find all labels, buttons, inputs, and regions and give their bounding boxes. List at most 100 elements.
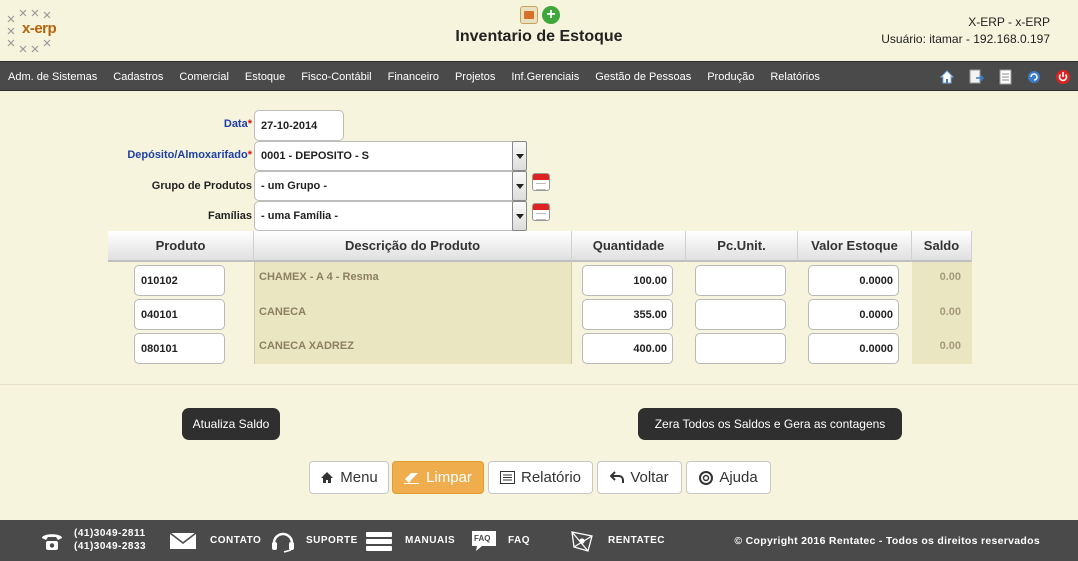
- rentatec-logo-icon: [571, 530, 593, 552]
- menu-button[interactable]: Menu: [309, 461, 389, 494]
- ajuda-button[interactable]: Ajuda: [686, 461, 771, 494]
- calendar-icon[interactable]: [532, 173, 550, 191]
- grupo-select[interactable]: - um Grupo -: [254, 171, 527, 201]
- saldo-text: 0.00: [939, 306, 961, 318]
- chevron-down-icon[interactable]: [512, 171, 527, 201]
- headset-icon: [272, 532, 294, 553]
- nav-cadastros[interactable]: Cadastros: [105, 71, 171, 83]
- eraser-icon: [404, 472, 420, 484]
- divider: [0, 384, 1078, 385]
- pcunit-input[interactable]: [695, 299, 786, 330]
- phone-icon: [40, 520, 64, 561]
- quantidade-input[interactable]: 400.00: [582, 333, 673, 364]
- header-produto: Produto: [108, 231, 254, 262]
- contato-link[interactable]: CONTATO: [170, 520, 261, 561]
- voltar-button[interactable]: Voltar: [597, 461, 682, 494]
- home-icon[interactable]: [938, 68, 956, 86]
- descricao-text: CANECA XADREZ: [259, 340, 354, 352]
- rentatec-link[interactable]: RENTATEC: [568, 520, 665, 561]
- relatorio-label: Relatório: [520, 469, 582, 486]
- user-info: X-ERP - x-ERP Usuário: itamar - 192.168.…: [881, 14, 1050, 48]
- chevron-down-icon[interactable]: [512, 141, 527, 171]
- quantidade-input[interactable]: 355.00: [582, 299, 673, 330]
- suporte-label: SUPORTE: [306, 535, 358, 546]
- header-saldo: Saldo: [912, 231, 972, 262]
- nav-projetos[interactable]: Projetos: [447, 71, 503, 83]
- document-icon[interactable]: [996, 68, 1014, 86]
- pcunit-input[interactable]: [695, 333, 786, 364]
- valor-input[interactable]: 0.0000: [808, 265, 899, 296]
- phone-1: (41)3049-2811: [74, 528, 146, 539]
- system-name: X-ERP - x-ERP: [968, 15, 1050, 29]
- books-icon: [366, 531, 392, 551]
- header-quantidade: Quantidade: [572, 231, 686, 262]
- header-valor: Valor Estoque: [798, 231, 912, 262]
- limpar-label: Limpar: [426, 469, 472, 486]
- faq-icon-text: FAQ: [474, 533, 491, 543]
- faq-link[interactable]: FAQ FAQ: [470, 520, 530, 561]
- back-arrow-icon: [610, 471, 625, 483]
- ajuda-label: Ajuda: [719, 469, 758, 486]
- home-icon: [321, 472, 334, 483]
- header-pcunit: Pc.Unit.: [686, 231, 798, 262]
- required-mark: *: [247, 149, 252, 161]
- power-icon[interactable]: [1054, 68, 1072, 86]
- limpar-button[interactable]: Limpar: [392, 461, 484, 494]
- deposito-label: Depósito/Almoxarifado*: [127, 149, 252, 161]
- phone-numbers: (41)3049-2811 (41)3049-2833: [74, 527, 146, 553]
- valor-input[interactable]: 0.0000: [808, 299, 899, 330]
- valor-input[interactable]: 0.0000: [808, 333, 899, 364]
- grupo-label: Grupo de Produtos: [151, 180, 252, 192]
- footer: (41)3049-2811 (41)3049-2833 CONTATO SUPO…: [0, 520, 1078, 561]
- nav-adm-sistemas[interactable]: Adm. de Sistemas: [0, 71, 105, 83]
- header: x-erp + Inventario de Estoque X-ERP - x-…: [0, 0, 1078, 60]
- refresh-icon[interactable]: [1025, 68, 1043, 86]
- nav-financeiro[interactable]: Financeiro: [380, 71, 447, 83]
- rentatec-label: RENTATEC: [608, 535, 665, 546]
- manuais-link[interactable]: MANUAIS: [365, 520, 455, 561]
- relatorio-button[interactable]: Relatório: [488, 461, 593, 494]
- mail-icon: [170, 531, 196, 549]
- familias-select[interactable]: - uma Família -: [254, 201, 527, 231]
- copyright: © Copyright 2016 Rentatec - Todos os dir…: [734, 534, 1040, 547]
- manuais-label: MANUAIS: [405, 535, 456, 546]
- familias-label: Famílias: [207, 210, 252, 222]
- data-field[interactable]: 27-10-2014: [254, 110, 344, 141]
- add-icon[interactable]: +: [542, 6, 560, 24]
- nav-comercial[interactable]: Comercial: [171, 71, 237, 83]
- deposito-select[interactable]: 0001 - DEPOSITO - S: [254, 141, 527, 171]
- descricao-text: CANECA: [259, 306, 307, 318]
- saldo-text: 0.00: [939, 271, 961, 283]
- quantidade-input[interactable]: 100.00: [582, 265, 673, 296]
- nav-fisco-contabil[interactable]: Fisco-Contábil: [293, 71, 379, 83]
- faq-label: FAQ: [508, 535, 531, 546]
- contato-label: CONTATO: [210, 535, 262, 546]
- voltar-label: Voltar: [630, 469, 669, 486]
- faq-bubble-icon: FAQ: [470, 529, 498, 553]
- required-mark: *: [247, 118, 252, 130]
- header-descricao: Descrição do Produto: [254, 231, 572, 262]
- menu-label: Menu: [340, 469, 378, 486]
- saldo-text: 0.00: [939, 340, 961, 352]
- zera-saldos-button[interactable]: Zera Todos os Saldos e Gera as contagens: [638, 408, 902, 440]
- nav-producao[interactable]: Produção: [699, 71, 762, 83]
- calendar-icon[interactable]: [532, 203, 550, 221]
- pcunit-input[interactable]: [695, 265, 786, 296]
- atualiza-saldo-button[interactable]: Atualiza Saldo: [182, 408, 280, 440]
- pdf-icon[interactable]: [520, 6, 538, 24]
- nav-estoque[interactable]: Estoque: [237, 71, 293, 83]
- produto-input[interactable]: 010102: [134, 265, 225, 296]
- document-arrow-icon[interactable]: [967, 68, 985, 86]
- chevron-down-icon[interactable]: [512, 201, 527, 231]
- nav-relatorios[interactable]: Relatórios: [762, 71, 828, 83]
- suporte-link[interactable]: SUPORTE: [270, 520, 358, 561]
- user-name: Usuário: itamar - 192.168.0.197: [881, 32, 1050, 46]
- nav-gestao-pessoas[interactable]: Gestão de Pessoas: [587, 71, 699, 83]
- phone-2: (41)3049-2833: [74, 541, 147, 552]
- data-label: Data*: [223, 118, 252, 130]
- produto-input[interactable]: 080101: [134, 333, 225, 364]
- lifebuoy-icon: [699, 470, 714, 485]
- nav-inf-gerenciais[interactable]: Inf.Gerenciais: [503, 71, 587, 83]
- produto-input[interactable]: 040101: [134, 299, 225, 330]
- descricao-text: CHAMEX - A 4 - Resma: [259, 271, 379, 283]
